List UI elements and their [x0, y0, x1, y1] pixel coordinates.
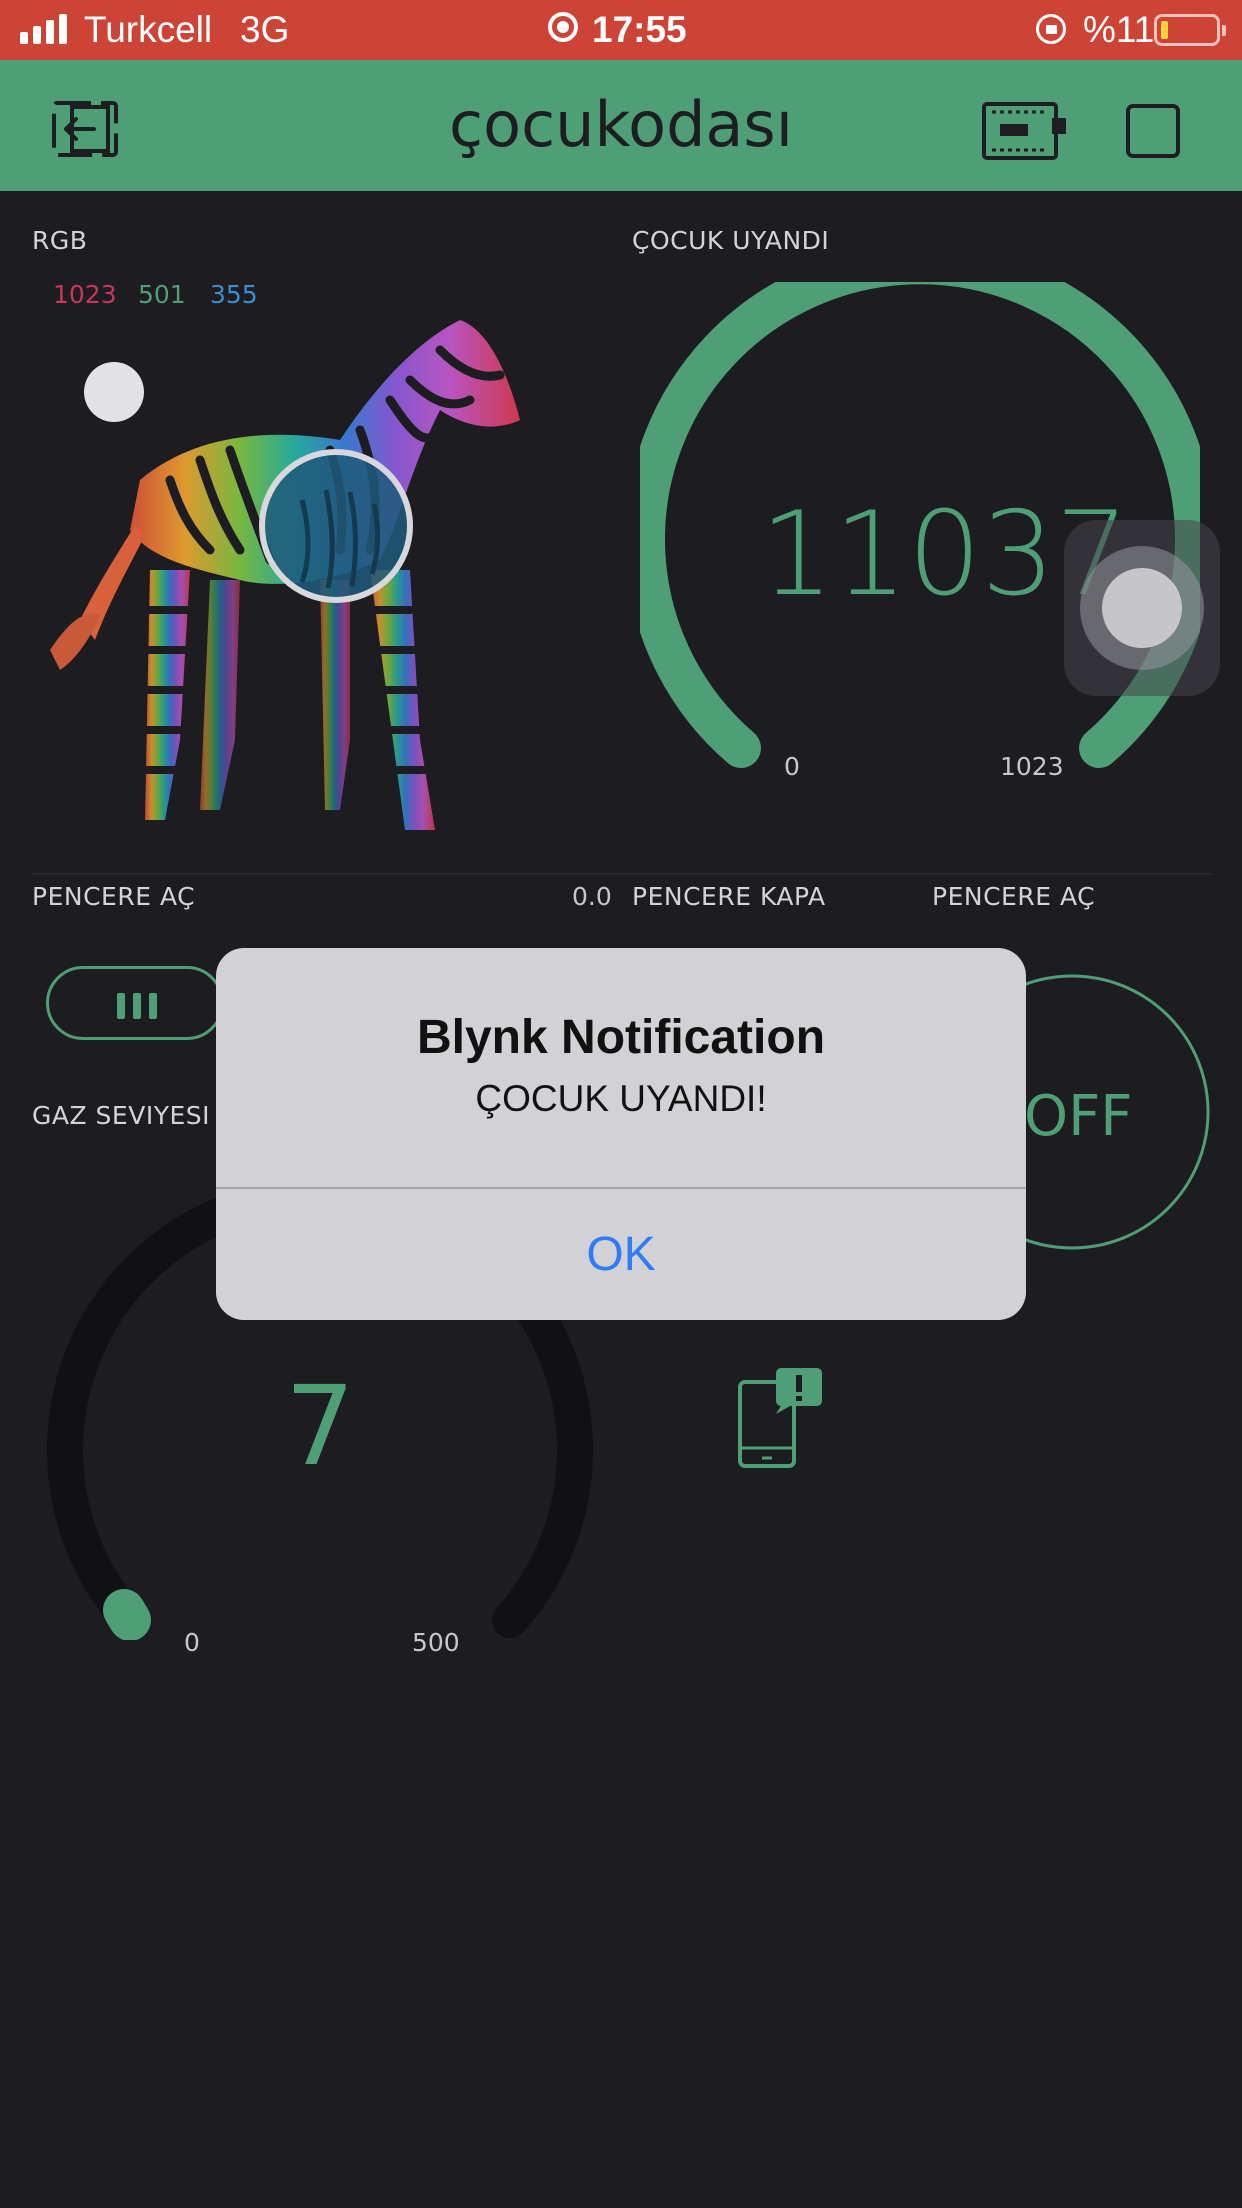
gaz-seviyesi-min: 0: [184, 1628, 200, 1657]
rgb-blue-value: 355: [210, 280, 258, 309]
pencere-ac-slider-handle[interactable]: [46, 966, 224, 1040]
assistive-touch-button[interactable]: [1064, 520, 1220, 696]
gaz-seviyesi-label: GAZ SEVIYESI: [32, 1101, 210, 1130]
app-header: çocukodası: [0, 60, 1242, 191]
status-bar: Turkcell 3G 17:55 %11: [0, 0, 1242, 60]
device-board-icon[interactable]: [980, 100, 1068, 162]
gaz-seviyesi-max: 500: [412, 1628, 460, 1657]
carrier-name: Turkcell: [84, 9, 213, 50]
gauge-cocuk-max: 1023: [1000, 752, 1064, 781]
dialog-message: ÇOCUK UYANDI!: [475, 1078, 767, 1119]
pencere-ac-button-label: PENCERE AÇ: [932, 882, 1096, 911]
status-time: 17:55: [592, 9, 687, 50]
gauge-cocuk-label: ÇOCUK UYANDI: [632, 226, 830, 255]
rgb-red-value: 1023: [53, 280, 117, 309]
pencere-ac-button-state: OFF: [1024, 1084, 1133, 1149]
zebra-color-picker[interactable]: [40, 320, 610, 850]
rgb-green-value: 501: [138, 280, 186, 309]
dialog-title: Blynk Notification: [416, 1011, 826, 1064]
battery-percent: %11: [1083, 9, 1155, 50]
stop-button[interactable]: [1126, 104, 1180, 158]
gauge-cocuk-min: 0: [784, 752, 800, 781]
dialog-ok-button[interactable]: OK: [216, 1189, 1026, 1320]
orientation-lock-icon: [1036, 14, 1066, 44]
battery-icon: [1154, 14, 1226, 46]
gauge-cocuk-value: 11037: [760, 487, 1130, 622]
section-divider: [32, 873, 1212, 875]
network-type: 3G: [240, 9, 290, 50]
pencere-ac-slider-value: 0.0: [572, 882, 612, 911]
pencere-ac-slider-label: PENCERE AÇ: [32, 882, 196, 911]
recording-icon: [548, 12, 578, 42]
pencere-kapa-label: PENCERE KAPA: [632, 882, 826, 911]
notification-dialog: Blynk Notification ÇOCUK UYANDI! OK: [216, 948, 1026, 1320]
push-notification-widget-icon[interactable]: [736, 1366, 828, 1470]
signal-icon: [20, 0, 74, 60]
rgb-label: RGB: [32, 226, 88, 255]
gaz-seviyesi-value: 7: [285, 1362, 355, 1490]
